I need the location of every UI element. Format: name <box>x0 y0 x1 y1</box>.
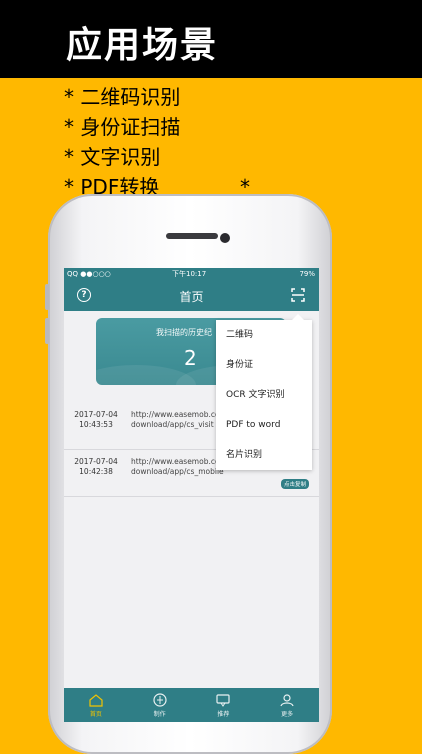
history-datetime: 2017-07-04 10:42:38 <box>70 457 122 477</box>
menu-item-idcard[interactable]: 身份证 <box>216 350 312 380</box>
nav-bar: ? 首页 <box>64 280 319 311</box>
volume-down-button <box>45 318 49 344</box>
tab-make[interactable]: 制作 <box>128 688 192 722</box>
home-icon <box>89 694 103 707</box>
make-icon <box>153 693 167 707</box>
camera-icon <box>220 233 230 243</box>
history-url-line: http://www.easemob.com/ <box>131 457 230 466</box>
history-time: 10:43:53 <box>79 420 113 429</box>
status-time: 下午10:17 <box>172 270 207 278</box>
status-bar: QQ ●●○○○ 下午10:17 79% <box>64 268 319 280</box>
tab-label: 推荐 <box>217 711 230 718</box>
menu-item-business-card[interactable]: 名片识别 <box>216 440 312 470</box>
history-url-line: download/app/cs_visit <box>131 420 214 429</box>
tab-label: 制作 <box>153 711 166 718</box>
history-date: 2017-07-04 <box>74 410 118 419</box>
tab-label: 首页 <box>89 711 102 718</box>
history-caption: 我扫描的历史纪 <box>156 328 212 337</box>
scan-dropdown-menu: 二维码 身份证 OCR 文字识别 PDF to word 名片识别 <box>216 314 312 470</box>
history-url-line: download/app/cs_mobile <box>131 467 224 476</box>
tab-recommend[interactable]: 推荐 <box>192 688 256 722</box>
speaker-grille <box>166 233 218 239</box>
chat-icon <box>216 694 230 707</box>
copy-badge[interactable]: 点击复制 <box>280 479 309 489</box>
status-carrier: QQ ●●○○○ <box>67 270 111 278</box>
history-url-line: http://www.easemob.com/ <box>131 410 230 419</box>
feature-list: * 二维码识别 * 身份证扫描 * 文字识别 * PDF转换 * 更多 <box>64 82 260 259</box>
banner-title: 应用场景 <box>66 25 219 66</box>
history-url: http://www.easemob.com/ download/app/cs_… <box>131 410 229 430</box>
volume-up-button <box>45 284 49 310</box>
history-count: 2 <box>184 346 197 370</box>
page-title: 首页 <box>179 290 204 304</box>
menu-item-ocr[interactable]: OCR 文字识别 <box>216 380 312 410</box>
scan-icon[interactable] <box>291 288 305 302</box>
feature-item: * 身份证扫描 <box>64 115 181 139</box>
tab-bar: 首页 制作 推荐 更多 <box>64 688 319 722</box>
tab-more[interactable]: 更多 <box>255 688 319 722</box>
history-time: 10:42:38 <box>79 467 113 476</box>
history-url: http://www.easemob.com/ download/app/cs_… <box>131 457 229 477</box>
status-battery: 79% <box>299 270 315 278</box>
menu-item-pdf-to-word[interactable]: PDF to word <box>216 410 312 440</box>
history-date: 2017-07-04 <box>74 457 118 466</box>
top-banner: 应用场景 <box>0 0 422 78</box>
menu-item-qrcode[interactable]: 二维码 <box>216 320 312 350</box>
feature-item: * 文字识别 <box>64 145 161 169</box>
tab-label: 更多 <box>281 711 294 718</box>
feature-item: * 二维码识别 <box>64 85 181 109</box>
app-screen: QQ ●●○○○ 下午10:17 79% ? 首页 我扫描的历史纪 2 2017… <box>64 268 319 722</box>
tab-home[interactable]: 首页 <box>64 688 128 722</box>
history-datetime: 2017-07-04 10:43:53 <box>70 410 122 430</box>
user-icon <box>280 694 294 707</box>
